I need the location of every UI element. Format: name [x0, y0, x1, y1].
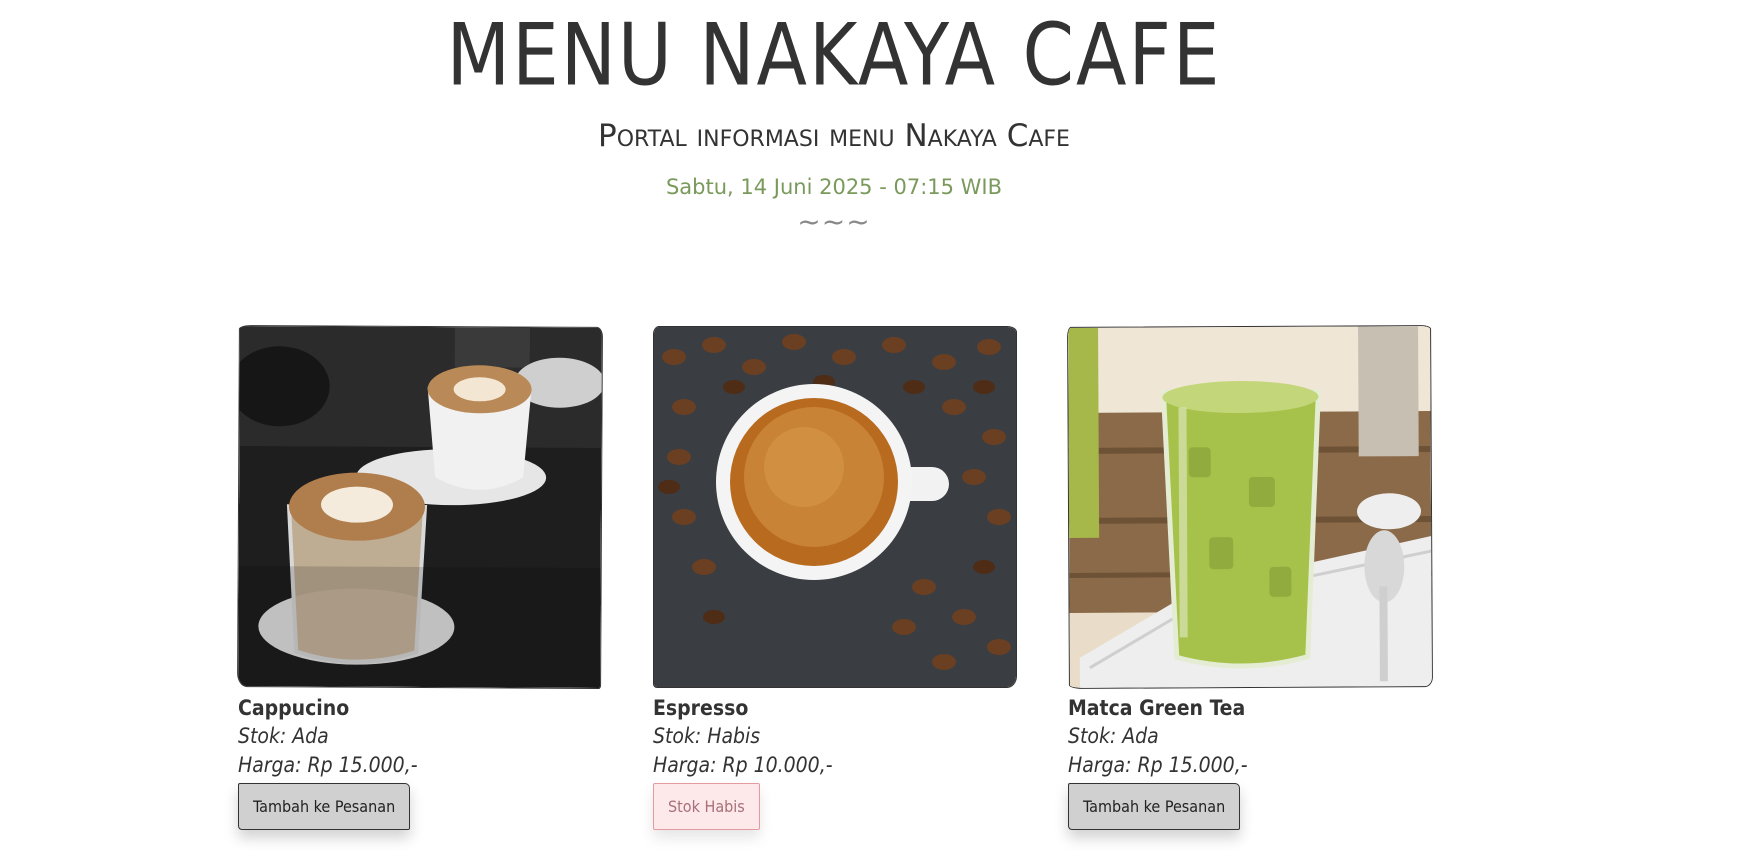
item-price: Harga: Rp 10.000,-: [653, 753, 833, 777]
item-name: Espresso: [653, 696, 749, 720]
menu-card-cappucino: Cappucino Stok: Ada Harga: Rp 15.000,- T…: [237, 325, 603, 830]
add-to-order-button[interactable]: Tambah ke Pesanan: [1068, 783, 1241, 830]
espresso-photo: [653, 326, 1017, 688]
menu-card-espresso: Espresso Stok: Habis Harga: Rp 10.000,- …: [653, 326, 1017, 830]
item-stock-status: Stok: Ada: [1068, 724, 1159, 748]
current-datetime: Sabtu, 14 Juni 2025 - 07:15 WIB: [665, 175, 1003, 199]
item-stock-status: Stok: Ada: [238, 724, 329, 748]
item-name: Matca Green Tea: [1068, 696, 1246, 720]
matcha-photo: [1067, 325, 1433, 689]
page-header: MENU NAKAYA CAFE Portal informasi menu N…: [0, 0, 1668, 238]
item-stock-status: Stok: Habis: [653, 724, 761, 748]
page-subtitle: Portal informasi menu Nakaya Cafe: [598, 118, 1070, 154]
menu-grid: Cappucino Stok: Ada Harga: Rp 15.000,- T…: [237, 325, 1433, 830]
item-name: Cappucino: [238, 696, 350, 720]
item-price: Harga: Rp 15.000,-: [1068, 753, 1248, 777]
item-price: Harga: Rp 15.000,-: [238, 753, 418, 777]
add-to-order-button[interactable]: Tambah ke Pesanan: [238, 783, 411, 830]
sold-out-button[interactable]: Stok Habis: [653, 783, 760, 830]
page-title: MENU NAKAYA CAFE: [446, 6, 1222, 106]
cappuccino-photo: [237, 325, 603, 689]
decorative-divider: ~~~: [797, 205, 871, 238]
menu-card-matca-green-tea: Matca Green Tea Stok: Ada Harga: Rp 15.0…: [1067, 325, 1433, 830]
